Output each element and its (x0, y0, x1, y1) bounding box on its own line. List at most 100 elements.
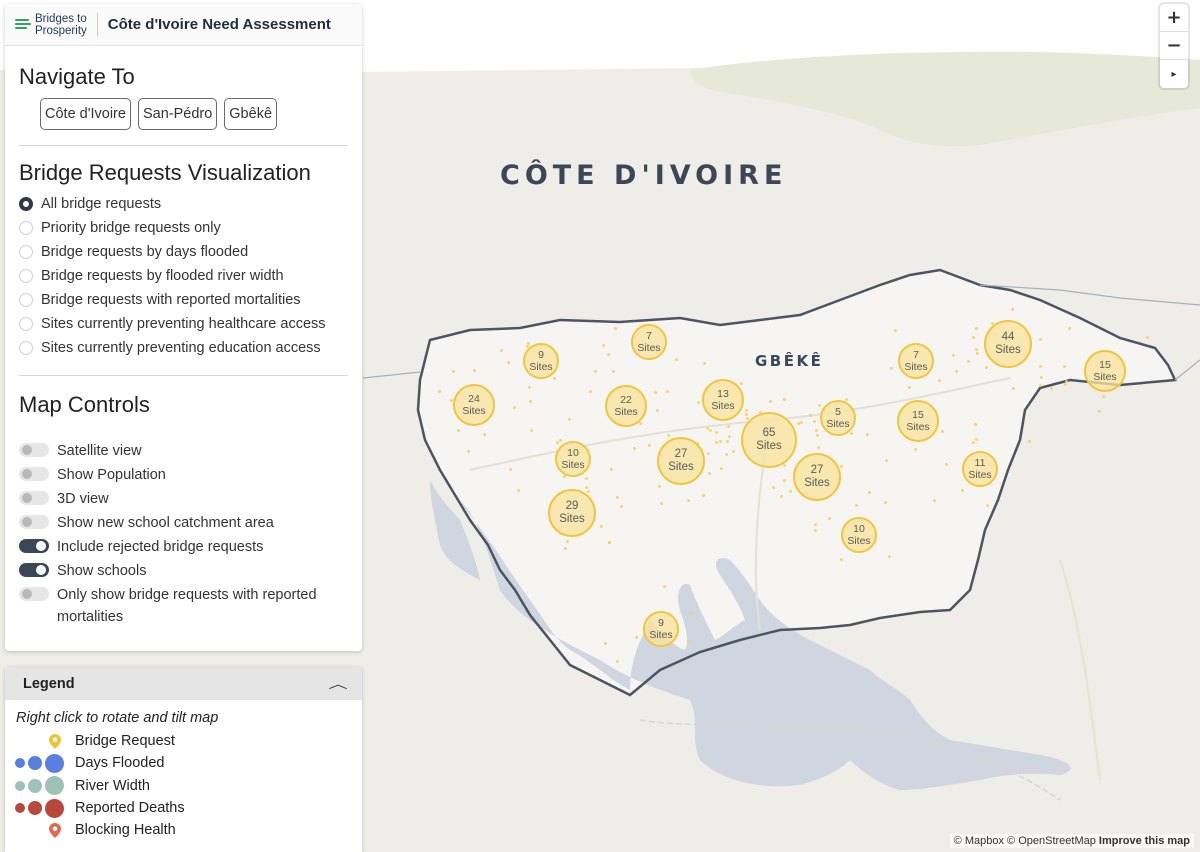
bridge-request-dot (937, 378, 941, 382)
map-attribution: © Mapbox © OpenStreetMap Improve this ma… (949, 834, 1194, 848)
nav-cote-divoire-button[interactable]: Côte d'Ivoire (40, 98, 131, 130)
osm-link[interactable]: © OpenStreetMap (1007, 835, 1096, 847)
cluster-unit: Sites (756, 440, 782, 452)
improve-map-link[interactable]: Improve this map (1099, 835, 1190, 847)
bridge-request-dot (889, 366, 893, 370)
bridge-request-dot (526, 342, 530, 346)
site-cluster[interactable]: 15 Sites (1084, 350, 1126, 392)
bridge-request-dot (482, 432, 486, 436)
radio-button[interactable] (19, 341, 33, 355)
site-cluster[interactable]: 27 Sites (657, 437, 705, 485)
visualization-option[interactable]: Bridge requests by flooded river width (19, 264, 348, 288)
visualization-option[interactable]: Sites currently preventing education acc… (19, 336, 348, 360)
logo-line-1: Bridges to (35, 12, 87, 25)
site-cluster[interactable]: 9 Sites (523, 343, 559, 379)
cluster-unit: Sites (529, 361, 553, 373)
toggle-switch[interactable] (19, 515, 49, 529)
cluster-count: 9 (538, 348, 544, 361)
cluster-count: 15 (1099, 358, 1111, 371)
site-cluster[interactable]: 7 Sites (898, 343, 934, 379)
bridge-request-dot (565, 539, 569, 543)
chevron-up-icon[interactable]: ︿ (328, 675, 347, 692)
cluster-unit: Sites (711, 400, 735, 412)
bridge-request-dot (932, 499, 936, 503)
cluster-unit: Sites (804, 477, 830, 489)
cluster-count: 29 (565, 499, 579, 512)
site-cluster[interactable]: 5 Sites (820, 400, 856, 436)
bridge-request-dot (812, 419, 816, 423)
site-cluster[interactable]: 10 Sites (555, 441, 591, 477)
site-cluster[interactable]: 15 Sites (897, 400, 939, 442)
visualization-option[interactable]: Bridge requests by days flooded (19, 240, 348, 264)
map-control-toggle[interactable]: Show new school catchment area (19, 512, 348, 536)
toggle-switch[interactable] (19, 539, 49, 553)
radio-button[interactable] (19, 269, 33, 283)
site-cluster[interactable]: 9 Sites (643, 611, 679, 647)
map-control-toggle[interactable]: 3D view (19, 488, 348, 512)
visualization-option[interactable]: All bridge requests (19, 192, 348, 216)
bridge-request-dot (620, 504, 624, 508)
cluster-unit: Sites (968, 469, 992, 481)
mapbox-link[interactable]: © Mapbox (954, 835, 1004, 847)
bridge-request-dot (727, 434, 731, 438)
zoom-in-button[interactable]: + (1160, 4, 1188, 32)
visualization-option[interactable]: Sites currently preventing healthcare ac… (19, 312, 348, 336)
site-cluster[interactable]: 22 Sites (605, 385, 647, 427)
visualization-option[interactable]: Bridge requests with reported mortalitie… (19, 288, 348, 312)
radio-button[interactable] (19, 221, 33, 235)
bridge-request-dot (615, 659, 619, 663)
site-cluster[interactable]: 29 Sites (548, 489, 596, 537)
radio-button[interactable] (19, 245, 33, 259)
legend-header[interactable]: Legend ︿ (5, 667, 362, 700)
site-cluster[interactable]: 44 Sites (984, 320, 1032, 368)
toggle-switch[interactable] (19, 491, 49, 505)
bridge-request-dot (588, 390, 592, 394)
cluster-count: 10 (567, 446, 579, 459)
cluster-count: 15 (912, 408, 924, 421)
bridge-request-dot (611, 370, 615, 374)
site-cluster[interactable]: 27 Sites (793, 453, 841, 501)
nav-san-pedro-button[interactable]: San-Pédro (137, 98, 218, 130)
toggle-switch[interactable] (19, 563, 49, 577)
visualization-option-label: Sites currently preventing education acc… (41, 340, 321, 356)
map-control-toggle[interactable]: Show schools (19, 560, 348, 584)
compass-button[interactable]: ▸ (1160, 60, 1188, 88)
map-control-toggle[interactable]: Only show bridge requests with reported … (19, 584, 348, 628)
bridge-request-dot (657, 485, 661, 489)
bridge-request-dot (567, 417, 571, 421)
toggle-switch[interactable] (19, 587, 49, 601)
toggle-switch[interactable] (19, 443, 49, 457)
visualization-option-label: Bridge requests by flooded river width (41, 268, 284, 284)
radio-button[interactable] (19, 197, 33, 211)
bridge-request-dot (975, 437, 979, 441)
red-circles-icon (5, 798, 75, 818)
map-control-toggle[interactable]: Satellite view (19, 440, 348, 464)
bridge-request-dot (467, 449, 471, 453)
site-cluster[interactable]: 65 Sites (741, 412, 797, 468)
bridge-request-dot (884, 458, 888, 462)
zoom-out-button[interactable]: − (1160, 32, 1188, 60)
bridge-request-dot (662, 585, 666, 589)
bridge-request-dot (674, 357, 678, 361)
cluster-count: 44 (1001, 330, 1015, 343)
toggle-switch[interactable] (19, 467, 49, 481)
cluster-count: 10 (853, 522, 865, 535)
site-cluster[interactable]: 11 Sites (962, 451, 998, 487)
radio-button[interactable] (19, 293, 33, 307)
site-cluster[interactable]: 7 Sites (631, 324, 667, 360)
bridge-request-dot (686, 639, 690, 643)
bridge-request-dot (1064, 380, 1068, 384)
visualization-option[interactable]: Priority bridge requests only (19, 216, 348, 240)
map-control-toggle[interactable]: Include rejected bridge requests (19, 536, 348, 560)
site-cluster[interactable]: 10 Sites (841, 517, 877, 553)
map-control-toggle[interactable]: Show Population (19, 464, 348, 488)
legend-panel: Legend ︿ Right click to rotate and tilt … (5, 667, 362, 852)
site-cluster[interactable]: 24 Sites (453, 384, 495, 426)
bridge-request-dot (528, 399, 532, 403)
site-cluster[interactable]: 13 Sites (702, 379, 744, 421)
nav-gbeke-button[interactable]: Gbêkê (224, 98, 278, 130)
bridge-request-dot (771, 485, 775, 489)
cluster-count: 27 (810, 463, 824, 476)
radio-button[interactable] (19, 317, 33, 331)
bridge-request-dot (706, 451, 710, 455)
